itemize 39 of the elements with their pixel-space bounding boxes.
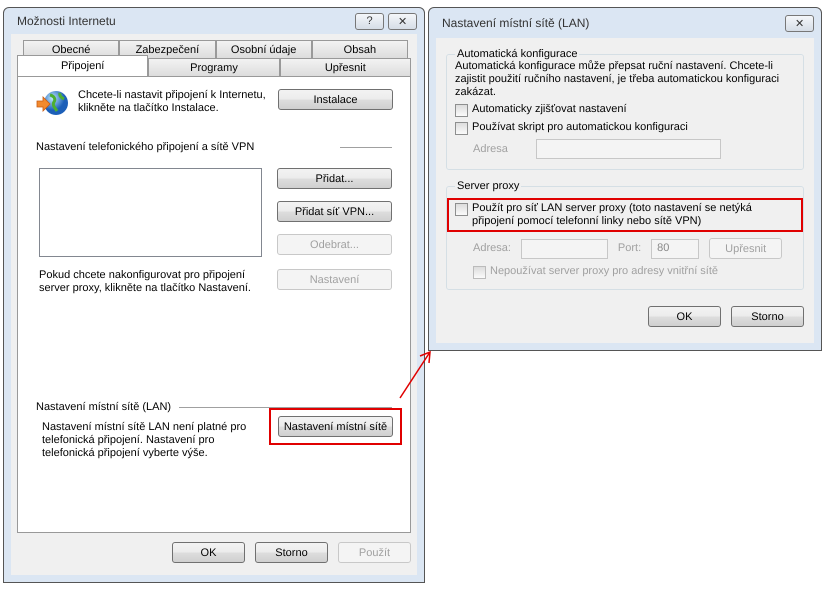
- lan-settings-button[interactable]: Nastavení místní sítě: [278, 416, 393, 437]
- window-title: Možnosti Internetu: [16, 14, 117, 28]
- field-label: Port:: [618, 242, 642, 255]
- proxy-hint-text: Pokud chcete nakonfigurovat pro připojení server proxy, klikněte na tlačítko Nastavení.: [39, 269, 252, 295]
- close-button[interactable]: ✕: [388, 12, 417, 30]
- checkbox-label: Automaticky zjišťovat nastavení: [472, 103, 627, 116]
- setup-text: Chcete-li nastavit připojení k Internetu, klikněte na tlačítko Instalace.: [78, 89, 267, 116]
- checkbox-label: Použít pro síť LAN server proxy (toto nastavení se netýká připojení pomocí telefonní linky nebo sítě VPN): [472, 202, 753, 228]
- window-title: Nastavení místní sítě (LAN): [441, 16, 590, 30]
- group-title: Server proxy: [456, 180, 520, 192]
- group-title: Automatická konfigurace: [456, 48, 578, 60]
- tab[interactable]: Upřesnit: [280, 58, 411, 76]
- setup-button[interactable]: Instalace: [278, 89, 393, 110]
- tab[interactable]: Zabezpečení: [119, 40, 216, 58]
- annotation-arrow: [398, 348, 434, 400]
- tab[interactable]: Připojení: [17, 55, 148, 76]
- section-heading: Nastavení telefonického připojení a sítě VPN: [36, 141, 254, 154]
- field-label: Adresa: [473, 142, 508, 156]
- checkbox[interactable]: [455, 203, 468, 216]
- checkbox[interactable]: [455, 122, 468, 135]
- help-button[interactable]: ?: [355, 12, 384, 30]
- info-text: Automatická konfigurace může přepsat ruční nastavení. Chcete-li zajistit použití ručního nastavení, je třeba automatickou konfiguraci zakázat.: [455, 60, 780, 99]
- dialog-button[interactable]: OK: [172, 542, 245, 563]
- section-heading: Nastavení místní sítě (LAN): [36, 401, 172, 414]
- connection-list[interactable]: [39, 168, 262, 257]
- dialog-button[interactable]: Storno: [255, 542, 328, 563]
- tab[interactable]: Osobní údaje: [216, 40, 312, 58]
- field-label: Adresa:: [473, 242, 511, 255]
- dialog-button[interactable]: Storno: [731, 306, 804, 327]
- checkbox-label: Nepoužívat server proxy pro adresy vnitřní sítě: [490, 265, 718, 278]
- tab[interactable]: Programy: [148, 58, 280, 76]
- tab[interactable]: Obsah: [312, 40, 408, 58]
- close-button[interactable]: ✕: [785, 14, 814, 32]
- checkbox[interactable]: [455, 104, 468, 117]
- dialog-button[interactable]: Přidat...: [277, 168, 392, 189]
- checkbox-label: Používat skript pro automatickou konfiguraci: [472, 121, 688, 134]
- dialog-button[interactable]: Přidat síť VPN...: [277, 201, 392, 222]
- lan-info-text: Nastavení místní sítě LAN není platné pro telefonická připojení. Nastavení pro telefonická připojení vyberte výše.: [41, 421, 248, 460]
- dialog-button[interactable]: OK: [648, 306, 721, 327]
